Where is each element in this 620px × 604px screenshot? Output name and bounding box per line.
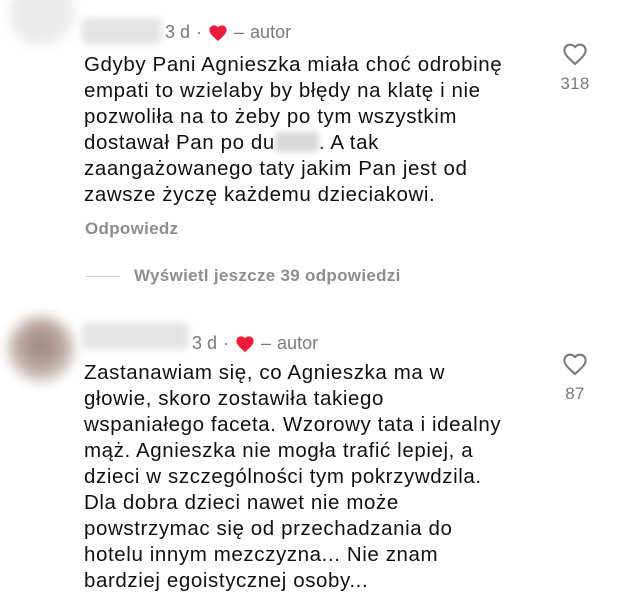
comment-line-part: A tak (330, 131, 379, 154)
avatar[interactable] (8, 0, 74, 46)
comment-line: powstrzymac się od przechadzania do (84, 517, 453, 540)
reply-button[interactable]: Odpowiedz (85, 219, 178, 239)
comment-meta: 3 d · – autor (165, 22, 291, 43)
like-control[interactable]: 318 (550, 42, 600, 94)
comment-line-part: dostawał Pan po du (84, 131, 275, 154)
avatar[interactable] (8, 316, 74, 382)
comment-text: Gdyby Pani Agnieszka miała choć odrobinę… (84, 52, 502, 208)
meta-separator: · (223, 333, 230, 353)
username-blurred[interactable] (82, 323, 188, 349)
heart-outline-icon[interactable] (562, 42, 588, 66)
author-label-dash: – (234, 22, 245, 42)
meta-separator: · (196, 22, 203, 42)
like-count: 87 (565, 384, 585, 403)
username-blurred[interactable] (82, 18, 162, 44)
comment-line: pozwoliła na to żeby po tym wszystkim (84, 105, 458, 128)
comment-time: 3 d (192, 333, 218, 353)
comment-line: zawsze życzę każdemu dzieciakowi. (84, 183, 436, 206)
author-label-dash: – (261, 333, 272, 353)
comment-time: 3 d (165, 22, 191, 42)
author-label: autor (277, 333, 319, 353)
censored-word (274, 132, 319, 152)
comment-meta: 3 d · – autor (192, 333, 318, 354)
comment-line: głowie, skoro zostawiła takiego (84, 387, 385, 410)
heart-outline-icon[interactable] (562, 352, 588, 376)
comment-line: dzieci w szczególności tym pokrzywdzila. (84, 465, 482, 488)
comment-line: zaangażowanego taty jakim Pan jest od (84, 157, 468, 180)
view-more-replies-label[interactable]: Wyświetl jeszcze 39 odpowiedzi (134, 266, 401, 286)
author-liked-heart-icon (209, 24, 227, 41)
like-count: 318 (560, 74, 590, 93)
comment-line-with-censor: dostawał Pan po du. A tak (84, 131, 379, 154)
author-label: autor (250, 22, 292, 42)
comment-line: bardziej egoistycznej osoby... (84, 569, 369, 592)
comment-line: wspaniałego faceta. Wzorowy tata i ideal… (84, 413, 502, 436)
comment-line: Gdyby Pani Agnieszka miała choć odrobinę (84, 53, 503, 76)
comment-line: empati to wzielaby by błędy na klatę i n… (84, 79, 481, 102)
comment-line: Dla dobra dzieci nawet nie może (84, 491, 399, 514)
comment-line: Zastanawiam się, co Agnieszka ma w (84, 361, 446, 384)
comment-line: hotelu innym mezczyzna... Nie znam (84, 543, 439, 566)
author-liked-heart-icon (236, 335, 254, 352)
replies-divider-line (86, 275, 120, 277)
comment-text: Zastanawiam się, co Agnieszka ma w głowi… (84, 360, 501, 594)
like-control[interactable]: 87 (550, 352, 600, 404)
view-more-replies[interactable]: Wyświetl jeszcze 39 odpowiedzi (86, 266, 401, 286)
comment-line: mąż. Agnieszka nie mogła trafić lepiej, … (84, 439, 474, 462)
